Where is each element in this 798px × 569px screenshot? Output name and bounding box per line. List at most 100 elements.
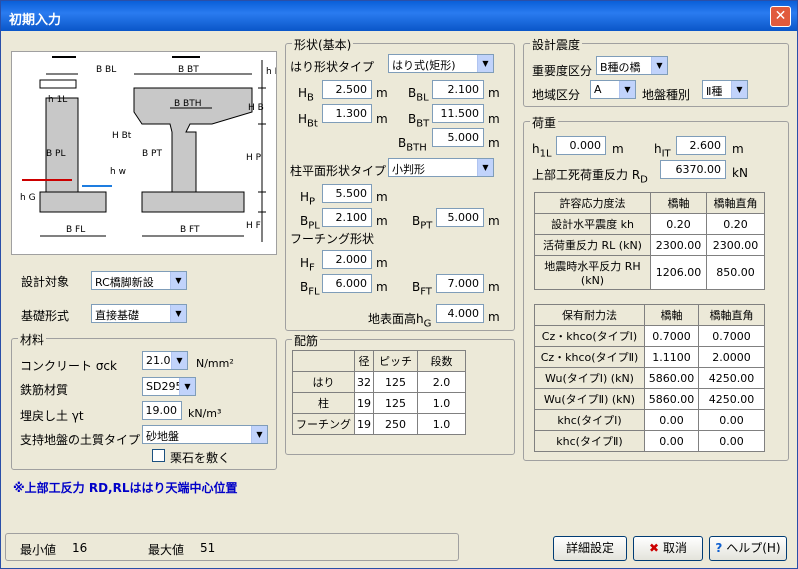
hp-input[interactable]: 5.500	[322, 184, 372, 203]
min-value: 16	[72, 541, 88, 555]
bft-input[interactable]: 7.000	[436, 274, 484, 293]
table-cell: フーチング	[292, 413, 355, 435]
backfill-unit: kN/m³	[188, 407, 222, 420]
table-cell[interactable]: 5860.00	[644, 367, 699, 389]
table-cell[interactable]: 1.1100	[644, 346, 699, 368]
help-button[interactable]: ? ヘルプ(H)	[709, 536, 787, 561]
hf-input[interactable]: 2.000	[322, 250, 372, 269]
help-icon: ?	[715, 541, 723, 555]
table-cell[interactable]: 0.20	[706, 213, 765, 235]
hb-input[interactable]: 2.500	[322, 80, 372, 99]
capacity-table: 保有耐力法 橋軸 橋軸直角 Cz・khco(タイプⅠ) 0.7000 0.7000 Cz…	[534, 304, 765, 452]
table-cell[interactable]: 2.0000	[698, 346, 765, 368]
h1l-input[interactable]: 0.000	[556, 136, 606, 155]
bbth-input[interactable]: 5.000	[432, 128, 484, 147]
cancel-button[interactable]: ✖ 取消	[633, 536, 703, 561]
chevron-down-icon: ▼	[171, 352, 187, 369]
seismic-legend: 設計震度	[530, 36, 583, 53]
diagram-label-hp: H P	[246, 153, 262, 163]
design-target-select[interactable]: RC橋脚新設 ▼	[91, 271, 187, 290]
table-cell[interactable]: 19	[354, 392, 374, 414]
table-cell[interactable]: 125	[373, 371, 418, 393]
bpt-input[interactable]: 5.000	[436, 208, 484, 227]
table-cell[interactable]: 2300.00	[706, 234, 765, 256]
min-label: 最小値	[20, 543, 57, 557]
table-cell: 活荷重反力 RL (kN)	[534, 234, 651, 256]
region-select[interactable]: A ▼	[590, 80, 636, 99]
hit-input[interactable]: 2.600	[676, 136, 726, 155]
chevron-down-icon: ▼	[477, 159, 493, 176]
table-cell: khc(タイプⅡ)	[534, 430, 645, 452]
seismic-group: 設計震度 重要度区分 B種の橋 ▼ 地域区分 A ▼ 地盤種別 Ⅱ種 ▼	[523, 36, 789, 107]
table-header: 許容応力度法	[534, 192, 651, 214]
ground-type-select[interactable]: 砂地盤 ▼	[142, 425, 268, 444]
hbt-input[interactable]: 1.300	[322, 104, 372, 123]
table-cell[interactable]: 850.00	[706, 255, 765, 290]
table-cell[interactable]: 5860.00	[644, 388, 699, 410]
table-cell[interactable]: 2.0	[417, 371, 466, 393]
table-cell[interactable]: 4250.00	[698, 388, 765, 410]
rebar-material-select[interactable]: SD295 ▼	[142, 377, 196, 396]
table-cell[interactable]: 0.00	[644, 409, 699, 431]
table-cell[interactable]: 0.00	[698, 430, 765, 452]
unit-label: m	[376, 86, 388, 100]
table-cell[interactable]: 0.7000	[644, 325, 699, 347]
table-cell[interactable]: 250	[373, 413, 418, 435]
table-cell[interactable]: 32	[354, 371, 374, 393]
bbl-input[interactable]: 2.100	[432, 80, 484, 99]
region-label: 地域区分	[532, 88, 581, 102]
hg-input[interactable]: 4.000	[436, 304, 484, 323]
close-button[interactable]: ✕	[770, 6, 791, 27]
rebar-material-value: SD295	[146, 380, 183, 393]
pier-diagram-svg: B BL B BT B BTH h 1L h IT H B H Bt B PL …	[20, 56, 283, 242]
table-cell[interactable]: 1206.00	[650, 255, 707, 290]
diagram-label-bbl: B BL	[96, 65, 116, 75]
column-type-select[interactable]: 小判形 ▼	[388, 158, 494, 177]
pier-diagram: B BL B BT B BTH h 1L h IT H B H Bt B PL …	[11, 51, 283, 255]
ground-class-value: Ⅱ種	[706, 85, 723, 98]
chevron-down-icon: ▼	[170, 272, 186, 289]
gravel-checkbox[interactable]	[152, 449, 165, 462]
diagram-label-hbt: H Bt	[112, 131, 132, 141]
detail-settings-button[interactable]: 詳細設定	[553, 536, 627, 561]
diagram-label-hw: h w	[110, 167, 126, 177]
table-row: 柱 19 125 1.0	[292, 392, 466, 414]
backfill-input[interactable]: 19.00	[142, 401, 182, 420]
table-cell[interactable]: 1.0	[417, 413, 466, 435]
table-cell[interactable]: 125	[373, 392, 418, 414]
table-cell[interactable]: 19	[354, 413, 374, 435]
concrete-select[interactable]: 21.0 ▼	[142, 351, 188, 370]
table-cell[interactable]: 2300.00	[650, 234, 707, 256]
table-cell[interactable]: 0.00	[644, 430, 699, 452]
note-text: ※上部工反力 RD,RLははり天端中心位置	[13, 481, 238, 495]
importance-select[interactable]: B種の橋 ▼	[596, 56, 668, 75]
unit-label: m	[612, 142, 624, 156]
load-legend: 荷重	[530, 114, 559, 131]
bfl-input[interactable]: 6.000	[322, 274, 372, 293]
title-bar: 初期入力	[1, 1, 797, 31]
diagram-label-bbt: B BT	[178, 65, 199, 75]
importance-value: B種の橋	[600, 61, 641, 74]
foundation-type-label: 基礎形式	[21, 309, 70, 323]
table-row: Wu(タイプⅠ) (kN) 5860.00 4250.00	[534, 367, 765, 389]
foundation-type-select[interactable]: 直接基礎 ▼	[91, 304, 187, 323]
diagram-label-hb: H B	[248, 103, 264, 113]
rd-input[interactable]: 6370.00	[660, 160, 726, 179]
table-row: khc(タイプⅡ) 0.00 0.00	[534, 430, 765, 452]
table-row: khc(タイプⅠ) 0.00 0.00	[534, 409, 765, 431]
diagram-label-hg: h G	[20, 193, 36, 203]
bpl-input[interactable]: 2.100	[322, 208, 372, 227]
gravel-label: 栗石を敷く	[170, 451, 231, 465]
bbt-input[interactable]: 11.500	[432, 104, 484, 123]
table-cell[interactable]: 0.00	[698, 409, 765, 431]
beam-type-select[interactable]: はり式(矩形) ▼	[388, 54, 494, 73]
table-cell[interactable]: 0.7000	[698, 325, 765, 347]
table-cell: 設計水平震度 kh	[534, 213, 651, 235]
ground-class-select[interactable]: Ⅱ種 ▼	[702, 80, 748, 99]
table-cell[interactable]: 1.0	[417, 392, 466, 414]
table-cell[interactable]: 0.20	[650, 213, 707, 235]
unit-label: m	[376, 190, 388, 204]
backfill-label: 埋戻し土 γt	[20, 409, 84, 423]
table-cell[interactable]: 4250.00	[698, 367, 765, 389]
cancel-label: 取消	[662, 541, 687, 555]
